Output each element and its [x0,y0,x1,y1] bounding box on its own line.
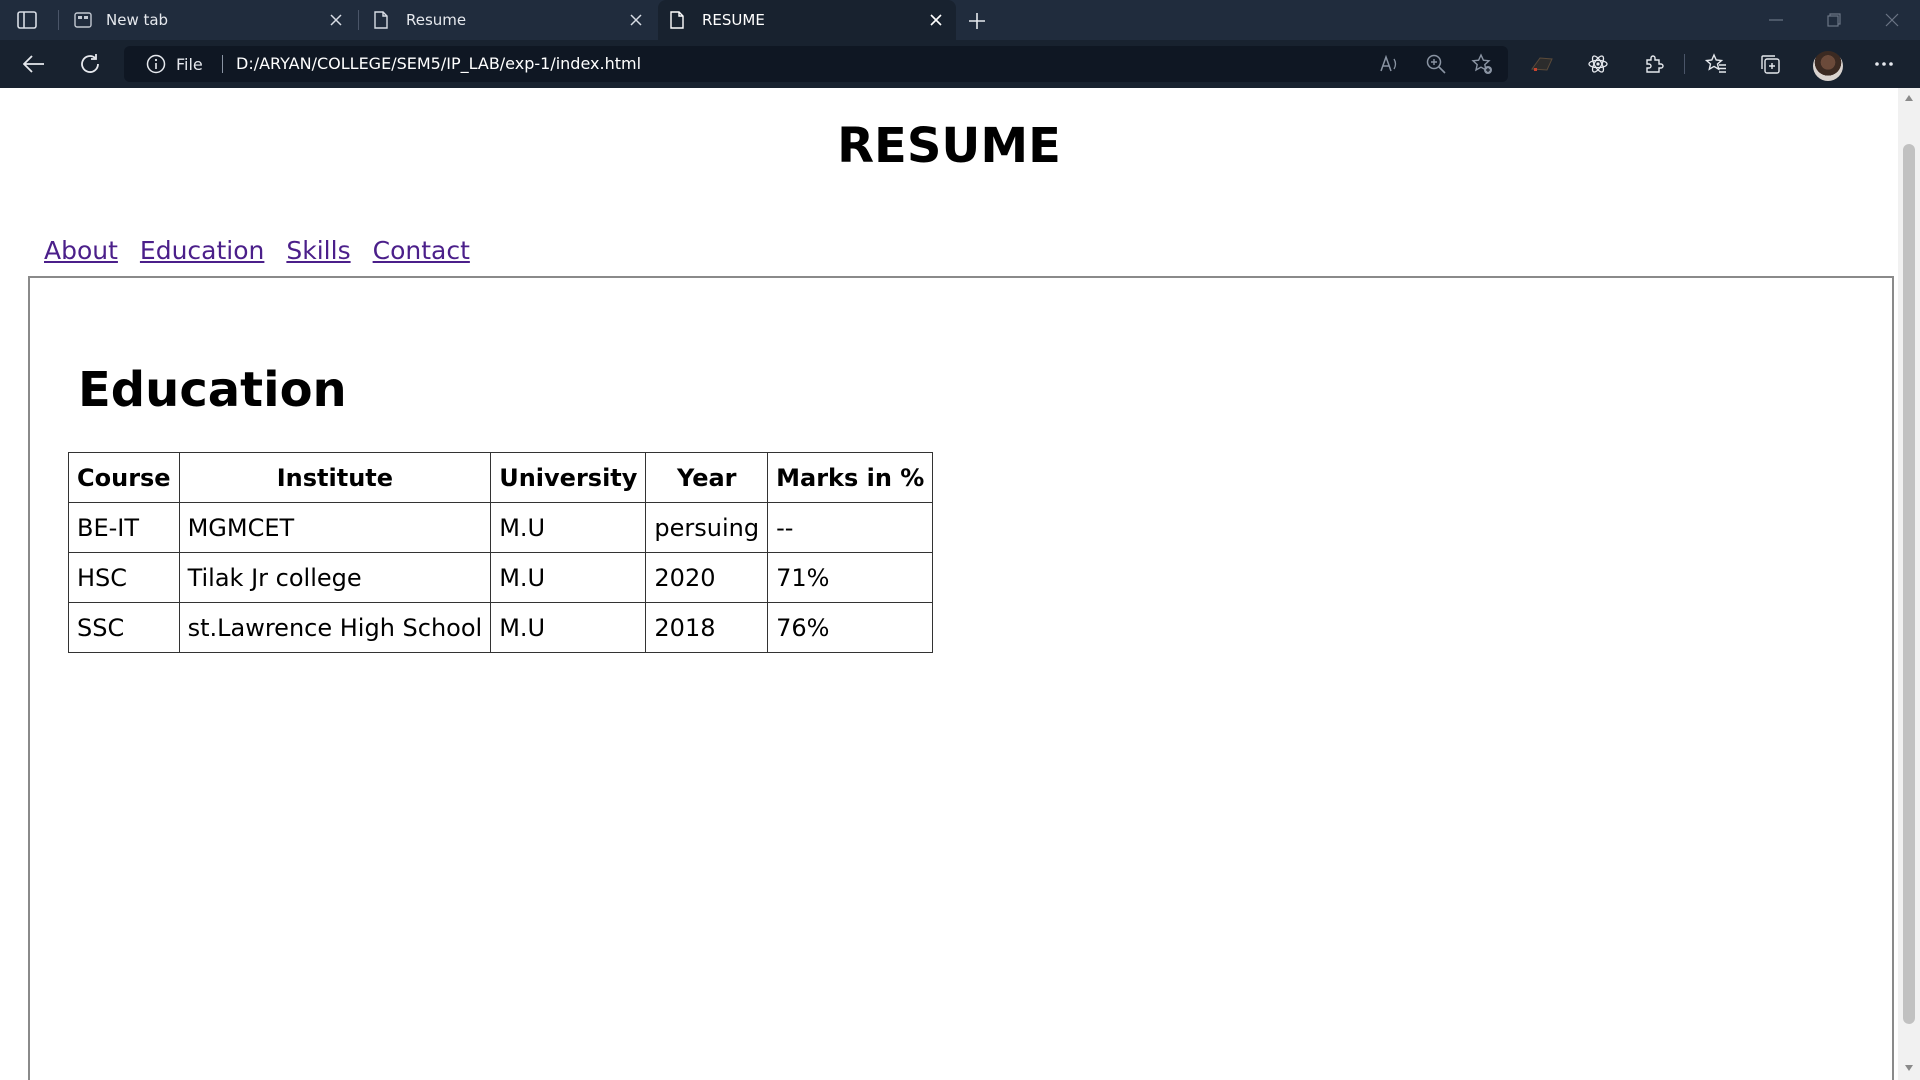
minimize-button[interactable] [1762,8,1790,32]
restore-icon [1827,13,1841,27]
close-icon[interactable] [628,12,644,28]
table-header-row: Course Institute University Year Marks i… [68,452,934,503]
tab-title: Resume [406,11,467,29]
new-tab-button[interactable] [964,8,990,34]
table-row: SSC st.Lawrence High School M.U 2018 76% [68,602,934,653]
tab-new-tab[interactable]: New tab [62,0,356,40]
table-cell: -- [767,502,934,553]
zoom-icon[interactable] [1424,52,1448,76]
refresh-icon [81,54,99,73]
page-viewport: RESUME About Education Skills Contact Ed… [0,88,1898,1080]
education-table: Course Institute University Year Marks i… [68,452,934,653]
page-scrollbar[interactable] [1898,88,1920,1080]
new-tab-page-icon [74,11,92,29]
extensions-icon[interactable] [1640,50,1668,78]
atom-extension-icon[interactable] [1584,50,1612,78]
section-heading: Education [78,362,347,418]
column-header: Institute [178,452,492,503]
table-cell: 71% [767,552,934,603]
close-icon [1885,13,1899,27]
table-row: BE-IT MGMCET M.U persuing -- [68,502,934,553]
table-cell: st.Lawrence High School [178,602,492,653]
tab-separator [58,10,59,30]
restore-button[interactable] [1820,8,1848,32]
tab-title: New tab [106,11,169,29]
tab-resume-active[interactable]: RESUME [658,0,956,40]
read-aloud-icon[interactable] [1378,52,1402,76]
table-cell: M.U [490,502,647,553]
address-divider [222,55,223,73]
back-button[interactable] [20,50,48,78]
tab-title: RESUME [702,11,765,29]
column-header: University [490,452,647,503]
sidebar-toggle-icon[interactable] [16,9,38,31]
site-info-label: File [176,54,203,74]
table-cell: MGMCET [178,502,492,553]
table-cell: HSC [68,552,180,603]
nav-link-about[interactable]: About [44,236,118,265]
column-header: Marks in % [767,452,934,503]
back-arrow-icon [23,55,44,73]
scroll-down-arrow-icon[interactable] [1903,1062,1915,1074]
close-icon[interactable] [928,12,944,28]
nav-link-skills[interactable]: Skills [286,236,350,265]
profile-avatar[interactable] [1813,51,1843,81]
scroll-up-arrow-icon[interactable] [1903,92,1915,104]
plus-icon [969,13,985,29]
table-cell: M.U [490,602,647,653]
toolbar-separator [1684,54,1685,74]
document-icon [374,11,392,29]
column-header: Course [68,452,180,503]
site-info-button[interactable]: File [146,46,203,82]
extension-game-icon[interactable] [1528,50,1556,78]
content-iframe: Education Course Institute University Ye… [28,276,1894,1080]
page-nav: About Education Skills Contact [44,236,470,265]
add-favorite-icon[interactable] [1470,52,1494,76]
column-header: Year [645,452,769,503]
table-cell: 2020 [645,552,769,603]
refresh-button[interactable] [76,50,104,78]
url-text[interactable]: D:/ARYAN/COLLEGE/SEM5/IP_LAB/exp-1/index… [236,46,641,82]
table-cell: BE-IT [68,502,180,553]
document-icon [670,11,688,29]
table-cell: SSC [68,602,180,653]
tab-separator [358,10,359,30]
table-cell: M.U [490,552,647,603]
table-cell: Tilak Jr college [178,552,492,603]
info-icon [146,54,166,74]
page-title: RESUME [837,118,1061,174]
address-bar[interactable]: File D:/ARYAN/COLLEGE/SEM5/IP_LAB/exp-1/… [124,46,1508,82]
close-icon[interactable] [328,12,344,28]
nav-link-education[interactable]: Education [140,236,264,265]
close-window-button[interactable] [1878,8,1906,32]
favorites-icon[interactable] [1702,50,1730,78]
browser-toolbar: File D:/ARYAN/COLLEGE/SEM5/IP_LAB/exp-1/… [0,40,1920,88]
tab-resume[interactable]: Resume [362,0,656,40]
table-row: HSC Tilak Jr college M.U 2020 71% [68,552,934,603]
table-cell: 76% [767,602,934,653]
more-options-icon[interactable] [1870,50,1898,78]
nav-link-contact[interactable]: Contact [373,236,470,265]
tab-strip: New tab Resume RESUME [0,0,1920,40]
table-cell: persuing [645,502,769,553]
minimize-icon [1769,19,1783,21]
scroll-thumb[interactable] [1903,144,1915,1024]
collections-icon[interactable] [1756,50,1784,78]
table-cell: 2018 [645,602,769,653]
